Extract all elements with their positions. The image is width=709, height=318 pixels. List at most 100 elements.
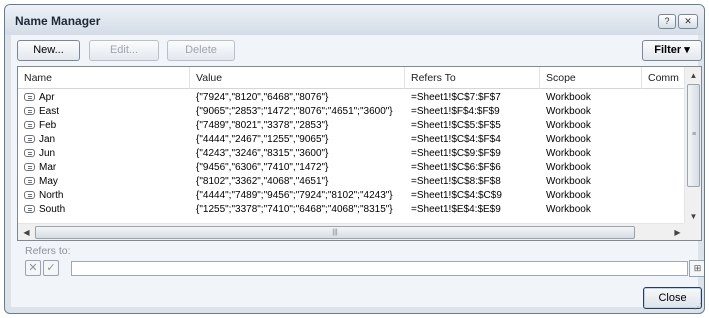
cell-name: North <box>18 189 190 202</box>
cell-scope: Workbook <box>540 189 642 202</box>
delete-button[interactable]: Delete <box>167 40 235 61</box>
table-row[interactable]: South {"1255";"3378";"7410";"6468";"4068"… <box>18 203 684 216</box>
column-header-scope[interactable]: Scope <box>540 67 642 89</box>
cell-refers-to-text: =Sheet1!$C$6:$F$6 <box>411 162 501 173</box>
defined-name-icon <box>24 121 35 129</box>
table-row[interactable]: Feb {"7489","8021","3378","2853"} =Sheet1!… <box>18 119 684 132</box>
cell-scope: Workbook <box>540 203 642 216</box>
cell-value-text: {"7489","8021","3378","2853"} <box>196 120 329 131</box>
cell-value: {"9456","6306","7410","1472"} <box>190 161 405 174</box>
cell-refers-to: =Sheet1!$C$9:$F$9 <box>405 147 540 160</box>
cell-name-text: East <box>39 106 60 117</box>
scroll-corner <box>684 223 701 240</box>
table-row[interactable]: Apr {"7924","8120","6468","8076"} =Sheet1!… <box>18 91 684 104</box>
cell-refers-to-text: =Sheet1!$E$4:$E$9 <box>411 204 501 215</box>
cell-scope-text: Workbook <box>546 176 591 187</box>
cancel-edit-icon[interactable]: ✕ <box>25 260 41 276</box>
cell-name: Apr <box>18 91 190 104</box>
horizontal-scroll-thumb[interactable]: ||| <box>35 226 635 239</box>
names-list[interactable]: Name Value Refers To Scope Comm Apr {"792… <box>17 66 702 241</box>
cell-scope: Workbook <box>540 175 642 188</box>
cell-refers-to: =Sheet1!$C$5:$F$5 <box>405 119 540 132</box>
cell-refers-to: =Sheet1!$E$4:$E$9 <box>405 203 540 216</box>
table-row[interactable]: May {"8102","3362","4068","4651"} =Sheet1!… <box>18 175 684 188</box>
cell-refers-to: =Sheet1!$F$4:$F$9 <box>405 105 540 118</box>
cell-name: South <box>18 203 190 216</box>
horizontal-scrollbar[interactable]: ◀ ||| ▶ <box>18 223 686 240</box>
cell-value: {"7924","8120","6468","8076"} <box>190 91 405 104</box>
cell-value: {"9065";"2853";"1472";"8076";"4651";"360… <box>190 105 405 118</box>
cell-value: {"4444";"7489";"9456";"7924";"8102";"424… <box>190 189 405 202</box>
cell-refers-to-text: =Sheet1!$F$4:$F$9 <box>411 106 500 117</box>
column-header-name[interactable]: Name <box>18 67 190 89</box>
cell-refers-to: =Sheet1!$C$4:$C$9 <box>405 189 540 202</box>
close-window-button[interactable]: ✕ <box>678 14 698 29</box>
dialog-title: Name Manager <box>15 14 101 28</box>
cell-scope-text: Workbook <box>546 190 591 201</box>
cell-refers-to-text: =Sheet1!$C$7:$F$7 <box>411 92 501 103</box>
cell-scope-text: Workbook <box>546 106 591 117</box>
grip-icon: ≡ <box>692 131 697 138</box>
list-header: Name Value Refers To Scope Comm <box>18 67 684 89</box>
cell-value-text: {"9065";"2853";"1472";"8076";"4651";"360… <box>196 106 393 117</box>
cell-scope: Workbook <box>540 91 642 104</box>
cell-value-text: {"4444","2467","1255","9065"} <box>196 134 329 145</box>
cell-scope-text: Workbook <box>546 162 591 173</box>
defined-name-icon <box>24 149 35 157</box>
column-header-refers-to[interactable]: Refers To <box>405 67 540 89</box>
cell-name-text: May <box>39 176 58 187</box>
resize-grip-icon[interactable]: ⋰ <box>694 302 702 311</box>
title-bar: Name Manager ? ✕ <box>5 5 704 35</box>
cell-refers-to: =Sheet1!$C$7:$F$7 <box>405 91 540 104</box>
cell-value-text: {"4243","3246","8315","3600"} <box>196 148 329 159</box>
collapse-dialog-icon[interactable]: ⊞ <box>689 260 704 277</box>
cell-name-text: Mar <box>39 162 57 173</box>
cell-scope-text: Workbook <box>546 204 591 215</box>
cell-value-text: {"4444";"7489";"9456";"7924";"8102";"424… <box>196 190 393 201</box>
defined-name-icon <box>24 135 35 143</box>
refers-to-label: Refers to: <box>25 245 71 257</box>
table-row[interactable]: North {"4444";"7489";"9456";"7924";"8102"… <box>18 189 684 202</box>
cell-scope: Workbook <box>540 133 642 146</box>
cell-name-text: Jun <box>39 148 56 159</box>
table-row[interactable]: Mar {"9456","6306","7410","1472"} =Sheet1!… <box>18 161 684 174</box>
scroll-up-arrow-icon[interactable]: ▲ <box>685 67 701 84</box>
cell-name-text: Feb <box>39 120 57 131</box>
cell-scope: Workbook <box>540 147 642 160</box>
cell-scope-text: Workbook <box>546 134 591 145</box>
cell-value: {"4243","3246","8315","3600"} <box>190 147 405 160</box>
cell-scope: Workbook <box>540 105 642 118</box>
vertical-scrollbar[interactable]: ▲ ≡ ▼ <box>684 67 701 225</box>
defined-name-icon <box>24 177 35 185</box>
edit-button[interactable]: Edit... <box>89 40 159 61</box>
cell-name: East <box>18 105 190 118</box>
cell-refers-to: =Sheet1!$C$4:$F$4 <box>405 133 540 146</box>
cell-refers-to-text: =Sheet1!$C$8:$F$8 <box>411 176 501 187</box>
vertical-scroll-thumb[interactable]: ≡ <box>687 84 700 187</box>
cell-name: Jan <box>18 133 190 146</box>
column-header-value[interactable]: Value <box>190 67 405 89</box>
cell-refers-to-text: =Sheet1!$C$5:$F$5 <box>411 120 501 131</box>
column-header-comment[interactable]: Comm <box>642 67 686 89</box>
cell-name: Mar <box>18 161 190 174</box>
scroll-left-arrow-icon[interactable]: ◀ <box>18 224 35 240</box>
cell-name: Feb <box>18 119 190 132</box>
table-row[interactable]: East {"9065";"2853";"1472";"8076";"4651";… <box>18 105 684 118</box>
cell-name-text: Jan <box>39 134 56 145</box>
cell-name-text: Apr <box>39 92 55 103</box>
help-button[interactable]: ? <box>658 14 676 29</box>
defined-name-icon <box>24 191 35 199</box>
refers-to-input[interactable] <box>71 261 688 276</box>
table-row[interactable]: Jun {"4243","3246","8315","3600"} =Sheet1!… <box>18 147 684 160</box>
defined-name-icon <box>24 163 35 171</box>
table-row[interactable]: Jan {"4444","2467","1255","9065"} =Sheet1!… <box>18 133 684 146</box>
cell-name: May <box>18 175 190 188</box>
filter-button[interactable]: Filter ▾ <box>642 40 702 61</box>
defined-name-icon <box>24 107 35 115</box>
confirm-edit-icon[interactable]: ✓ <box>43 260 59 276</box>
cell-value-text: {"7924","8120","6468","8076"} <box>196 92 329 103</box>
cell-name-text: North <box>39 190 64 201</box>
defined-name-icon <box>24 205 35 213</box>
cell-value: {"4444","2467","1255","9065"} <box>190 133 405 146</box>
new-button[interactable]: New... <box>17 40 80 61</box>
